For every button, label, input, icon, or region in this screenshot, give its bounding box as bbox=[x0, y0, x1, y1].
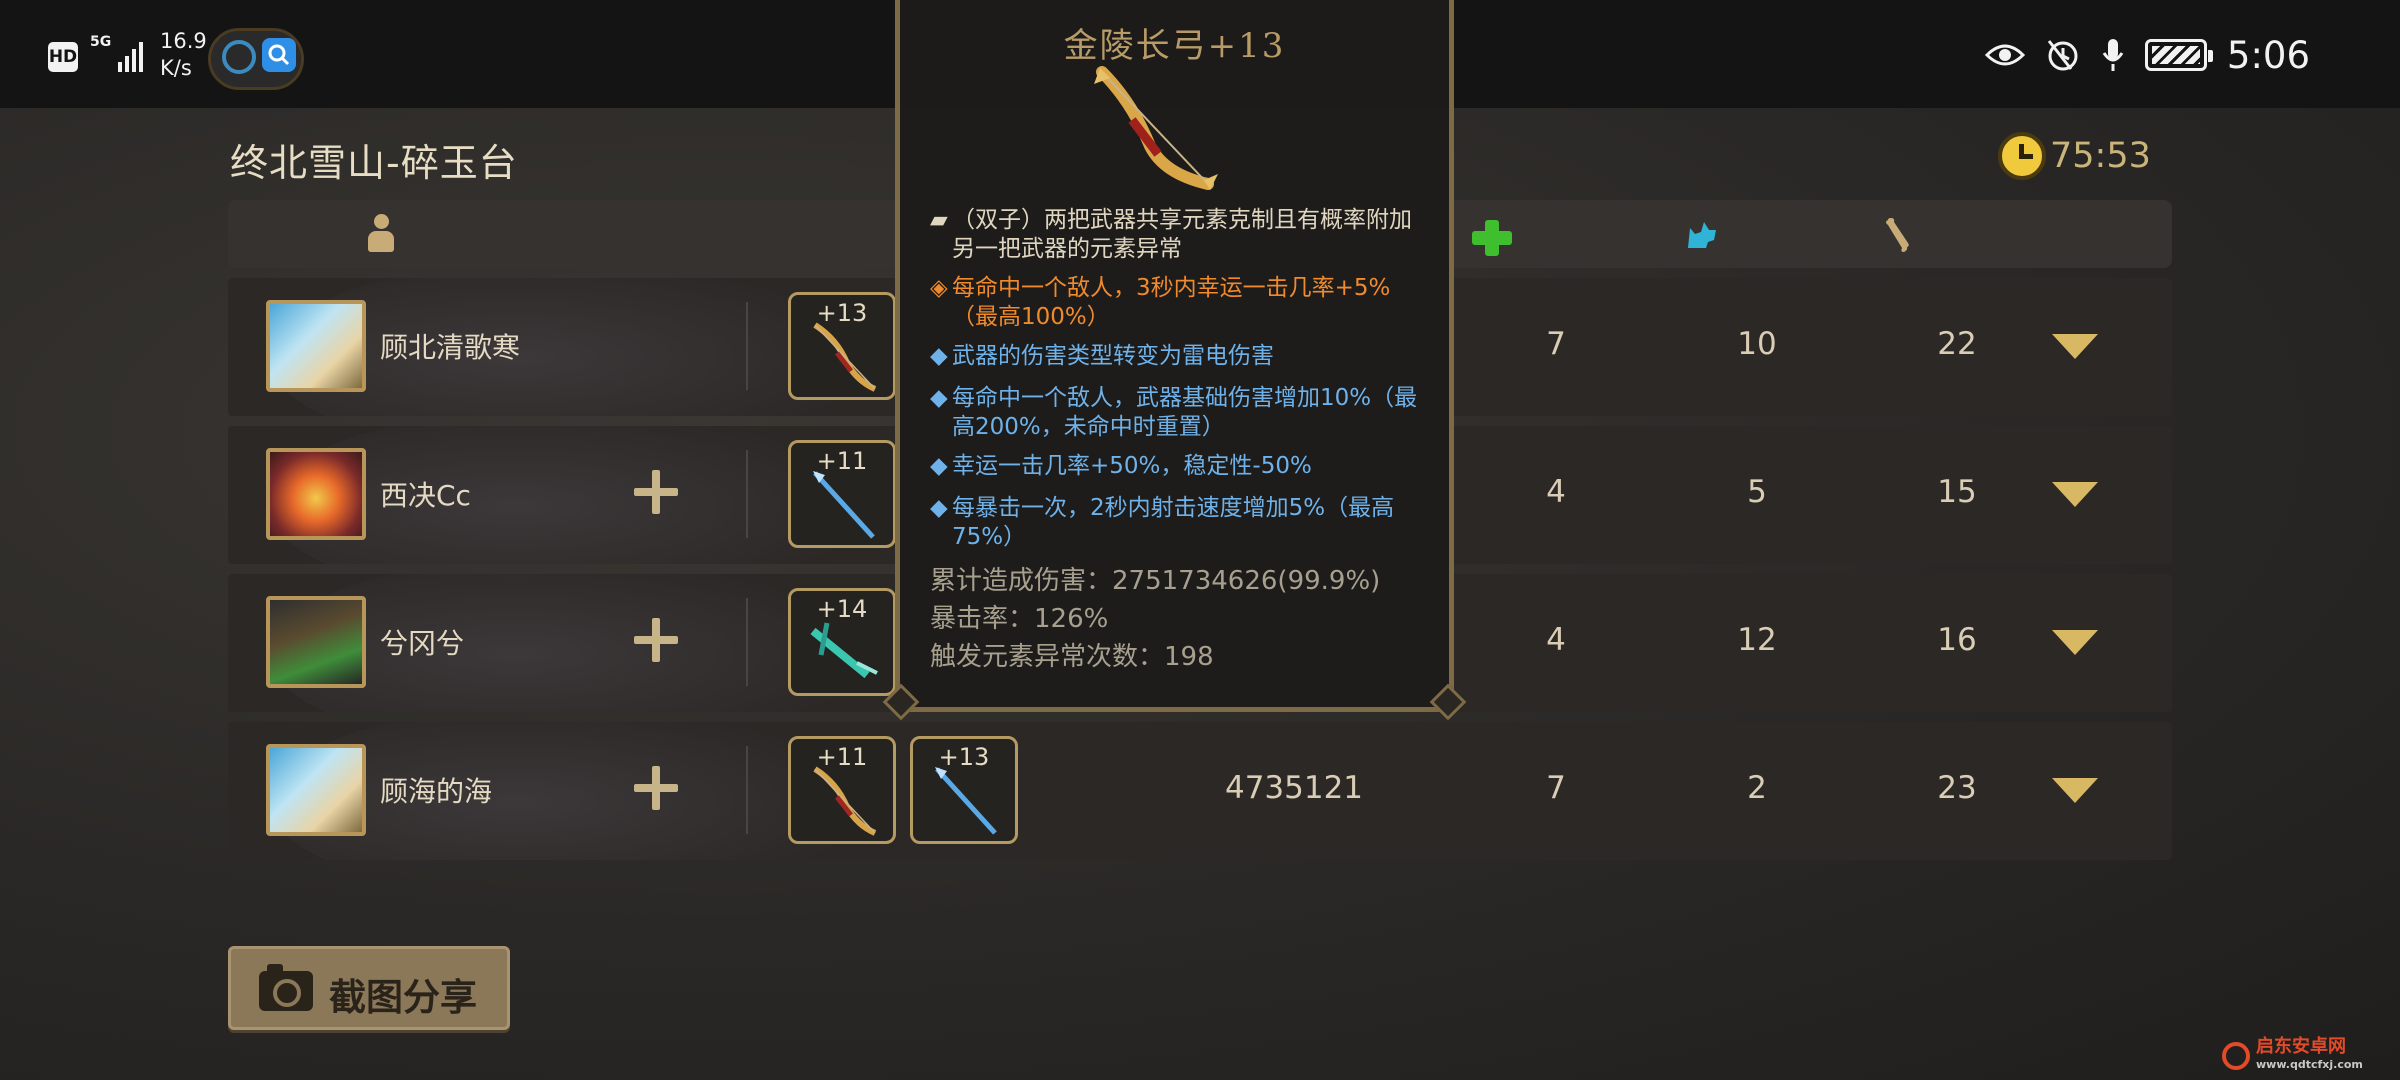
stat-c: 16 bbox=[1937, 622, 1977, 658]
effect-text: 每命中一个敌人，3秒内幸运一击几率+5%（最高100%） bbox=[952, 275, 1391, 330]
stat-c: 22 bbox=[1937, 326, 1977, 362]
column-divider bbox=[746, 746, 748, 834]
stat-b: 10 bbox=[1737, 326, 1777, 362]
speed-value: 16.9 bbox=[160, 29, 207, 53]
bullet-icon: ◆ bbox=[930, 343, 948, 369]
player-avatar[interactable] bbox=[266, 300, 366, 392]
player-name: 西决Cc bbox=[380, 479, 471, 512]
longbow-icon bbox=[1094, 66, 1218, 190]
spear-icon bbox=[935, 767, 997, 835]
stat-a: 4 bbox=[1546, 474, 1566, 510]
effect-text: （双子）两把武器共享元素克制且有概率附加另一把武器的元素异常 bbox=[952, 207, 1412, 262]
headset-icon bbox=[222, 40, 256, 74]
stat-c: 23 bbox=[1937, 770, 1977, 806]
total-damage: 4735121 bbox=[1224, 770, 1364, 806]
add-friend-button[interactable] bbox=[630, 466, 682, 518]
player-avatar[interactable] bbox=[266, 596, 366, 688]
effect-text: 每命中一个敌人，武器基础伤害增加10%（最高200%，未命中时重置） bbox=[952, 385, 1418, 440]
spear-icon bbox=[813, 471, 875, 539]
weapon-slot[interactable]: +11 bbox=[788, 736, 896, 844]
stat-c: 15 bbox=[1937, 474, 1977, 510]
eye-icon bbox=[1984, 44, 2025, 66]
health-cross-icon bbox=[1472, 220, 1512, 256]
battery-icon bbox=[2144, 39, 2213, 71]
stat-b: 2 bbox=[1747, 770, 1767, 806]
element-trigger-stat: 触发元素异常次数：198 bbox=[930, 642, 1214, 672]
expand-arrow-icon[interactable] bbox=[2052, 334, 2098, 359]
level-title: 终北雪山-碎玉台 bbox=[230, 141, 518, 185]
signal-icon bbox=[118, 42, 143, 72]
screenshot-share-button[interactable]: 截图分享 bbox=[228, 946, 510, 1030]
stat-a: 7 bbox=[1546, 326, 1566, 362]
effect-text: 武器的伤害类型转变为雷电伤害 bbox=[952, 343, 1274, 369]
watermark-logo-icon bbox=[2222, 1042, 2250, 1070]
tooltip-effect: ◆ 幸运一击几率+50%，稳定性-50% bbox=[930, 452, 1430, 481]
weapon-slot[interactable]: +14 bbox=[788, 588, 896, 696]
add-friend-button[interactable] bbox=[630, 762, 682, 814]
cat-icon bbox=[1688, 222, 1716, 248]
crossbow-icon bbox=[810, 622, 878, 679]
share-label: 截图分享 bbox=[329, 976, 477, 1019]
expand-arrow-icon[interactable] bbox=[2052, 482, 2098, 507]
clock-icon bbox=[1998, 132, 2046, 180]
alarm-icon bbox=[2047, 40, 2078, 71]
bullet-icon: ▰ bbox=[930, 207, 948, 233]
player-name: 顾北清歌寒 bbox=[380, 331, 521, 364]
table-row: 顾海的海 +11 +13 4735121 7 2 23 bbox=[228, 722, 2172, 860]
clock-time: 5:06 bbox=[2226, 33, 2310, 77]
column-divider bbox=[746, 450, 748, 538]
watermark-url: www.qdtcfxj.com bbox=[2256, 1058, 2363, 1071]
camera-icon bbox=[259, 964, 313, 1011]
tooltip-effect: ◈ 每命中一个敌人，3秒内幸运一击几率+5%（最高100%） bbox=[930, 274, 1430, 332]
column-divider bbox=[746, 598, 748, 686]
bow-icon bbox=[813, 322, 877, 392]
hd-badge: HD bbox=[48, 42, 78, 72]
weapon-tooltip: 金陵长弓+13 ▰ （双子）两把武器共享元素克制且有概率附加另一把武器的元素异常… bbox=[895, 0, 1454, 712]
total-damage-stat: 累计造成伤害：2751734626(99.9%) bbox=[930, 566, 1381, 596]
player-avatar[interactable] bbox=[266, 448, 366, 540]
bullet-icon: ◆ bbox=[930, 495, 948, 521]
watermark-name: 启东安卓网 bbox=[2256, 1036, 2346, 1057]
player-name: 兮冈兮 bbox=[380, 627, 465, 660]
watermark: 启东安卓网 www.qdtcfxj.com bbox=[2222, 1038, 2363, 1074]
column-divider bbox=[746, 302, 748, 390]
tooltip-effect: ◆ 武器的伤害类型转变为雷电伤害 bbox=[930, 342, 1430, 371]
add-friend-button[interactable] bbox=[630, 614, 682, 666]
microphone-icon bbox=[2102, 39, 2124, 71]
tooltip-effect: ▰ （双子）两把武器共享元素克制且有概率附加另一把武器的元素异常 bbox=[930, 206, 1430, 264]
bullet-icon: ◈ bbox=[930, 275, 948, 301]
bow-icon bbox=[813, 766, 877, 836]
player-avatar[interactable] bbox=[266, 744, 366, 836]
stat-b: 12 bbox=[1737, 622, 1777, 658]
elapsed-timer: 75:53 bbox=[2050, 136, 2151, 176]
stat-a: 4 bbox=[1546, 622, 1566, 658]
crit-rate-stat: 暴击率：126% bbox=[930, 604, 1109, 634]
person-icon bbox=[366, 214, 396, 252]
stat-b: 5 bbox=[1747, 474, 1767, 510]
effect-text: 幸运一击几率+50%，稳定性-50% bbox=[952, 453, 1312, 479]
bullet-icon: ◆ bbox=[930, 453, 948, 479]
network-speed: 16.9 K/s bbox=[160, 28, 207, 82]
tooltip-effect: ◆ 每暴击一次，2秒内射击速度增加5%（最高75%） bbox=[930, 494, 1430, 552]
search-icon[interactable] bbox=[262, 38, 296, 72]
weapon-slot[interactable]: +13 bbox=[910, 736, 1018, 844]
effect-text: 每暴击一次，2秒内射击速度增加5%（最高75%） bbox=[952, 495, 1395, 550]
expand-arrow-icon[interactable] bbox=[2052, 630, 2098, 655]
bone-icon bbox=[1886, 218, 1909, 252]
tooltip-effect: ◆ 每命中一个敌人，武器基础伤害增加10%（最高200%，未命中时重置） bbox=[930, 384, 1430, 442]
network-type: 5G bbox=[90, 34, 112, 50]
speed-unit: K/s bbox=[160, 56, 192, 80]
bullet-icon: ◆ bbox=[930, 385, 948, 411]
player-name: 顾海的海 bbox=[380, 775, 493, 808]
tooltip-title: 金陵长弓+13 bbox=[1063, 26, 1286, 66]
weapon-slot[interactable]: +13 bbox=[788, 292, 896, 400]
expand-arrow-icon[interactable] bbox=[2052, 778, 2098, 803]
weapon-slot[interactable]: +11 bbox=[788, 440, 896, 548]
stat-a: 7 bbox=[1546, 770, 1566, 806]
status-right-group: 5:06 bbox=[1984, 30, 2310, 80]
